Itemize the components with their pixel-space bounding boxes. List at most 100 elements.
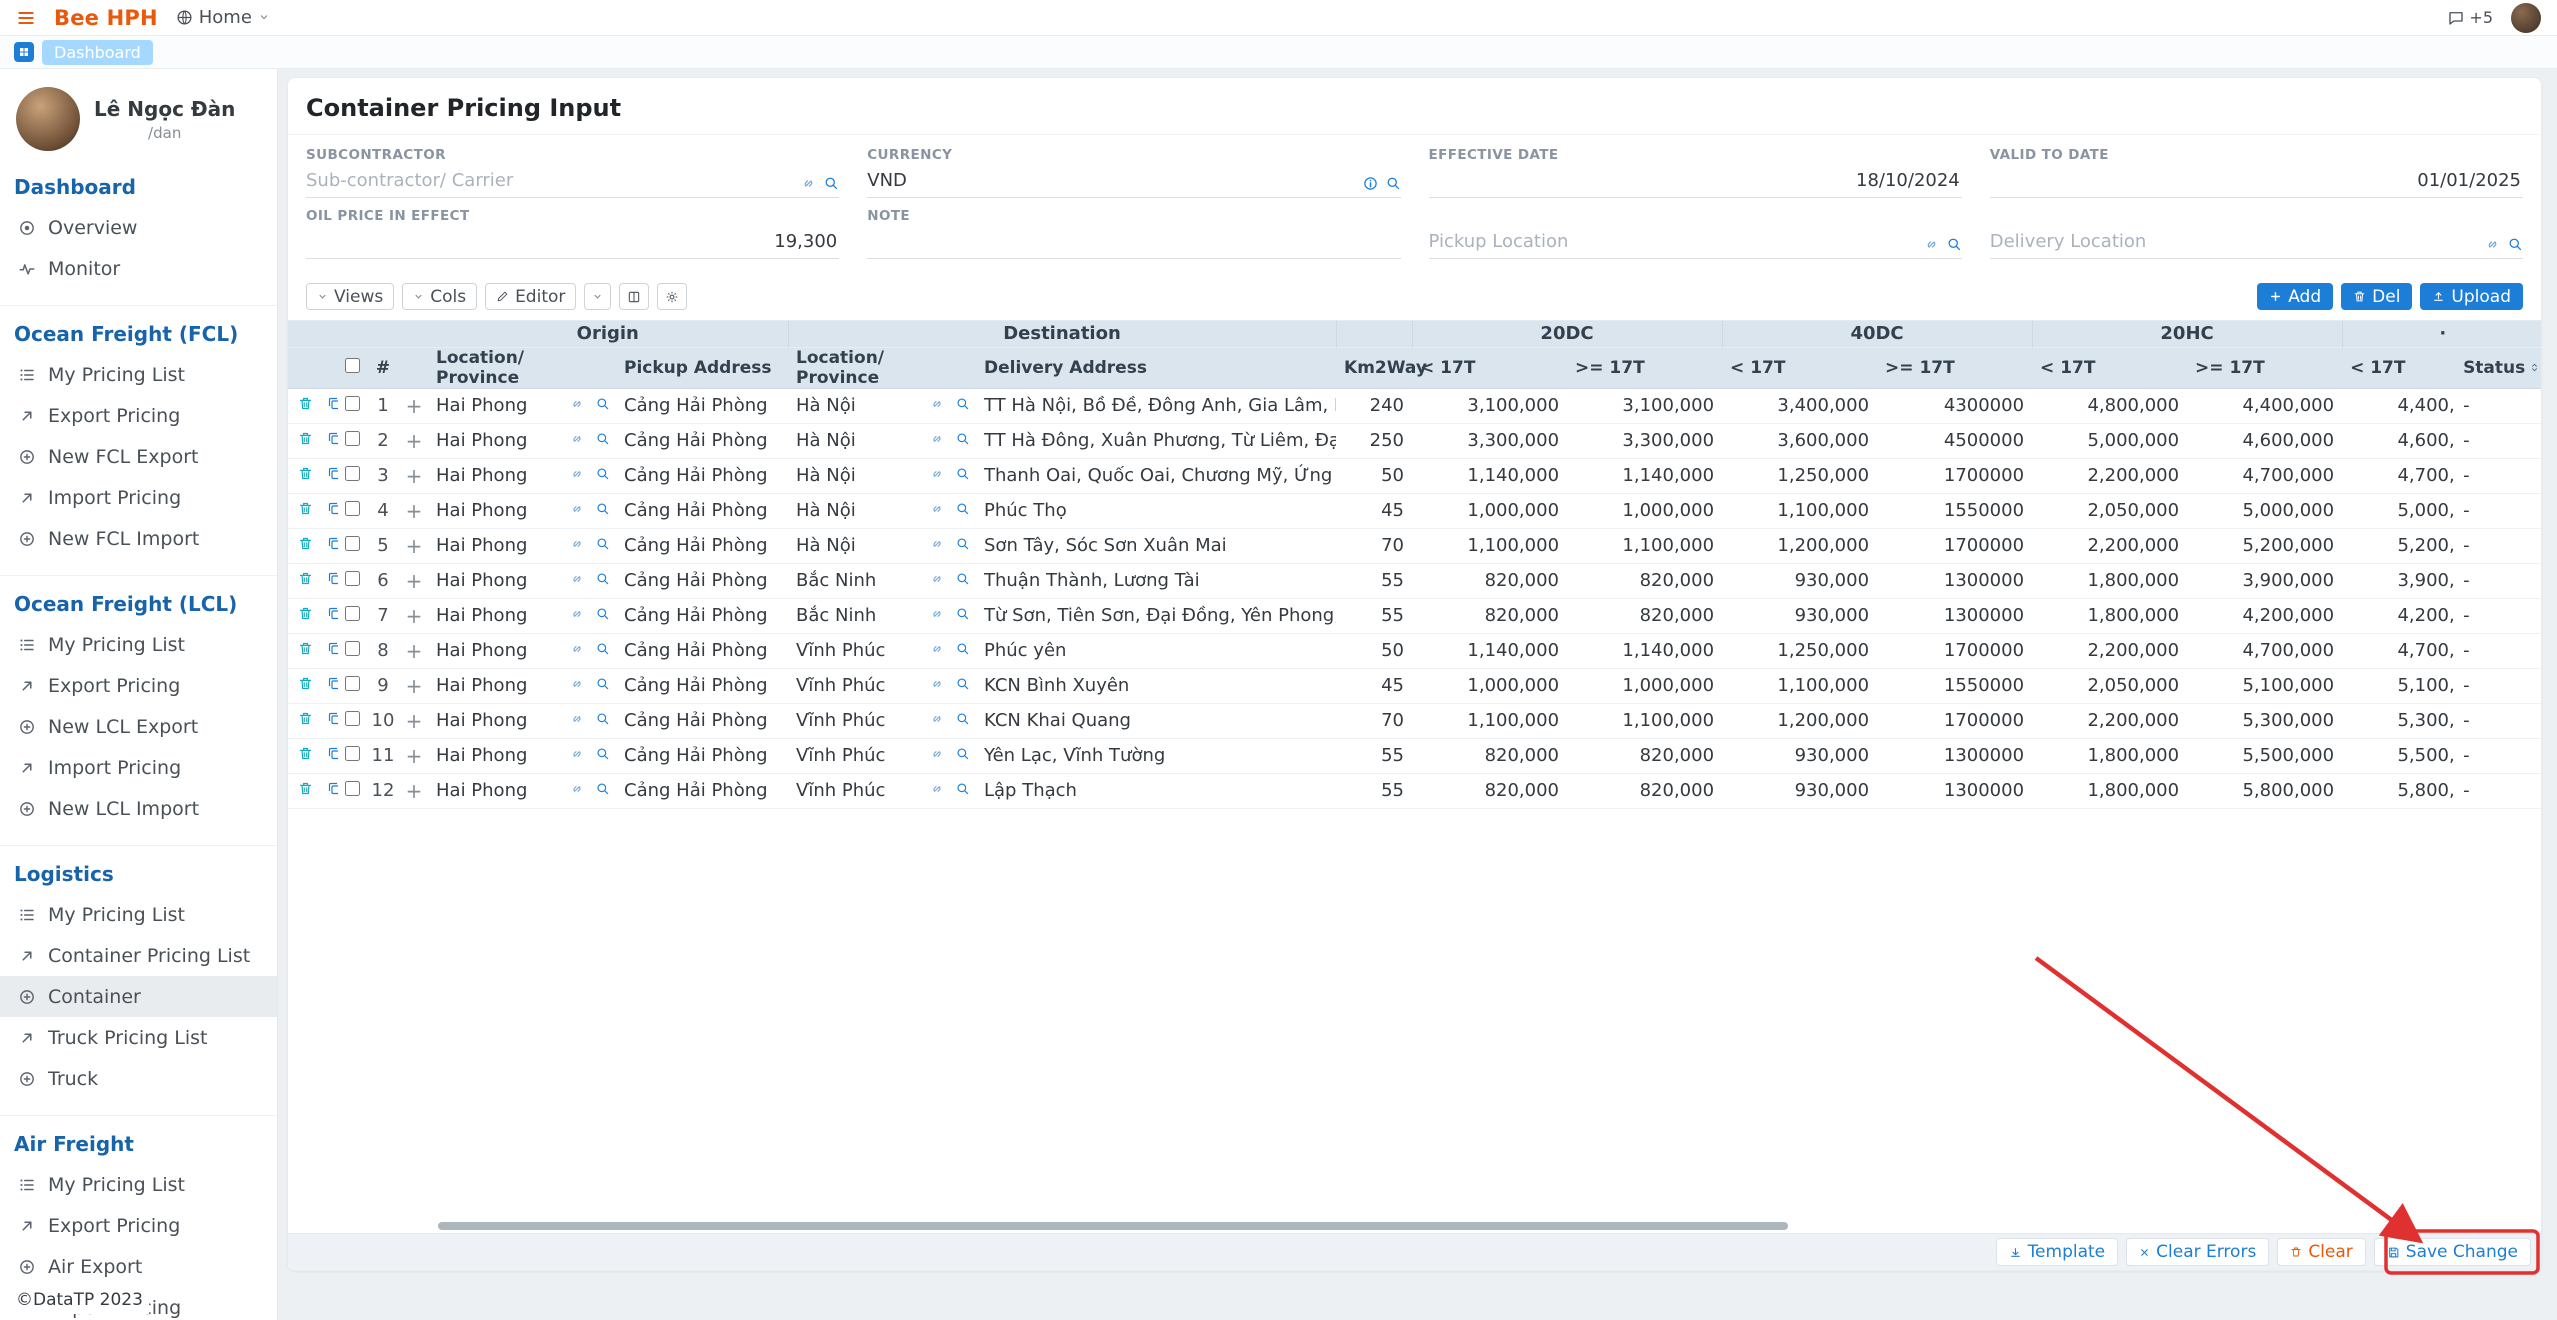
table-row[interactable]: 3 + Hai Phong Cảng Hải Phòng Hà Nội Than…: [288, 458, 2541, 493]
pickup-address-cell[interactable]: Cảng Hải Phòng: [616, 598, 788, 633]
effective-date-input[interactable]: [1429, 167, 1962, 198]
km2way-cell[interactable]: 50: [1336, 633, 1412, 668]
link-icon[interactable]: [930, 712, 944, 726]
user-avatar[interactable]: [2511, 3, 2541, 33]
price-20dc-lt17-cell[interactable]: 820,000: [1412, 738, 1567, 773]
search-icon[interactable]: [596, 747, 610, 761]
sidebar-item-new-fcl-export[interactable]: New FCL Export: [0, 436, 277, 477]
expand-row-button[interactable]: +: [406, 639, 423, 663]
currency-input[interactable]: [867, 167, 1400, 198]
price-20dc-lt17-cell[interactable]: 1,100,000: [1412, 528, 1567, 563]
destination-province-cell[interactable]: Bắc Ninh: [788, 563, 928, 598]
delivery-address-cell[interactable]: Lập Thạch: [976, 773, 1336, 808]
destination-province-cell[interactable]: Vĩnh Phúc: [788, 773, 928, 808]
link-icon[interactable]: [570, 572, 584, 586]
destination-province-cell[interactable]: Vĩnh Phúc: [788, 703, 928, 738]
price-20dc-lt17-cell[interactable]: 820,000: [1412, 773, 1567, 808]
col-header-20hc-lt17[interactable]: < 17T: [2032, 347, 2187, 388]
price-40dc-lt17-cell[interactable]: 1,100,000: [1722, 668, 1877, 703]
price-20dc-gte17-cell[interactable]: 1,000,000: [1567, 493, 1722, 528]
row-checkbox[interactable]: [345, 466, 360, 481]
row-checkbox[interactable]: [345, 711, 360, 726]
destination-province-cell[interactable]: Hà Nội: [788, 528, 928, 563]
search-icon[interactable]: [956, 467, 970, 481]
copy-row-icon[interactable]: [327, 746, 338, 761]
delete-button[interactable]: Del: [2341, 283, 2412, 310]
expand-row-button[interactable]: +: [406, 569, 423, 593]
origin-province-cell[interactable]: Hai Phong: [428, 703, 568, 738]
expand-row-button[interactable]: +: [406, 429, 423, 453]
row-checkbox[interactable]: [345, 676, 360, 691]
search-icon[interactable]: [956, 747, 970, 761]
km2way-cell[interactable]: 240: [1336, 388, 1412, 423]
delete-row-icon[interactable]: [298, 746, 313, 761]
km2way-cell[interactable]: 250: [1336, 423, 1412, 458]
delete-row-icon[interactable]: [298, 676, 313, 691]
link-icon[interactable]: [570, 642, 584, 656]
col-header-40dc-lt17[interactable]: < 17T: [1722, 347, 1877, 388]
chat-button[interactable]: +5: [2447, 8, 2493, 27]
search-icon[interactable]: [956, 537, 970, 551]
delivery-address-cell[interactable]: KCN Khai Quang: [976, 703, 1336, 738]
pickup-address-cell[interactable]: Cảng Hải Phòng: [616, 633, 788, 668]
upload-button[interactable]: Upload: [2420, 283, 2523, 310]
price-cut-lt17-cell[interactable]: 4,200,000: [2342, 605, 2455, 626]
search-icon[interactable]: [596, 782, 610, 796]
link-icon[interactable]: [930, 607, 944, 621]
price-cut-lt17-cell[interactable]: 5,500,000: [2342, 745, 2455, 766]
col-header-dest-province[interactable]: Location/ Province: [788, 347, 928, 388]
col-header-40dc-gte17[interactable]: >= 17T: [1877, 347, 2032, 388]
price-20hc-lt17-cell[interactable]: 2,050,000: [2032, 668, 2187, 703]
price-cut-lt17-cell[interactable]: 4,700,000: [2342, 465, 2455, 486]
delivery-location-input[interactable]: [1990, 228, 2523, 259]
price-40dc-lt17-cell[interactable]: 1,200,000: [1722, 703, 1877, 738]
link-icon[interactable]: [570, 432, 584, 446]
link-icon[interactable]: [930, 397, 944, 411]
menu-icon[interactable]: [16, 8, 36, 28]
price-40dc-gte17-cell[interactable]: 1700000: [1877, 703, 2032, 738]
sidebar-item-truck-pricing-list[interactable]: Truck Pricing List: [0, 1017, 277, 1058]
expand-row-button[interactable]: +: [406, 744, 423, 768]
price-20hc-lt17-cell[interactable]: 2,200,000: [2032, 633, 2187, 668]
row-checkbox[interactable]: [345, 746, 360, 761]
delivery-address-cell[interactable]: Thanh Oai, Quốc Oai, Chương Mỹ, Ứng Hòa,…: [976, 458, 1336, 493]
price-40dc-gte17-cell[interactable]: 1700000: [1877, 528, 2032, 563]
table-row[interactable]: 4 + Hai Phong Cảng Hải Phòng Hà Nội Phúc…: [288, 493, 2541, 528]
price-20hc-gte17-cell[interactable]: 4,400,000: [2187, 388, 2342, 423]
col-header-20dc-lt17[interactable]: < 17T: [1412, 347, 1567, 388]
search-icon[interactable]: [596, 607, 610, 621]
copy-row-icon[interactable]: [327, 536, 338, 551]
delivery-address-cell[interactable]: TT Hà Nội, Bồ Đề, Đông Anh, Gia Lâm, Lon…: [976, 388, 1336, 423]
price-40dc-gte17-cell[interactable]: 1300000: [1877, 738, 2032, 773]
price-40dc-gte17-cell[interactable]: 1550000: [1877, 493, 2032, 528]
expand-row-button[interactable]: +: [406, 499, 423, 523]
price-40dc-lt17-cell[interactable]: 930,000: [1722, 598, 1877, 633]
link-icon[interactable]: [570, 782, 584, 796]
price-20hc-gte17-cell[interactable]: 5,100,000: [2187, 668, 2342, 703]
price-20dc-gte17-cell[interactable]: 820,000: [1567, 563, 1722, 598]
delivery-address-cell[interactable]: Phúc yên: [976, 633, 1336, 668]
destination-province-cell[interactable]: Hà Nội: [788, 493, 928, 528]
cols-button[interactable]: Cols: [402, 283, 477, 310]
price-cut-lt17-cell[interactable]: 4,400,000: [2342, 395, 2455, 416]
delivery-address-cell[interactable]: KCN Bình Xuyên: [976, 668, 1336, 703]
oil-price-input[interactable]: [306, 228, 839, 259]
price-20dc-gte17-cell[interactable]: 820,000: [1567, 598, 1722, 633]
col-header-number[interactable]: #: [366, 347, 400, 388]
link-icon[interactable]: [570, 712, 584, 726]
expand-row-button[interactable]: +: [406, 534, 423, 558]
clear-button[interactable]: Clear: [2277, 1238, 2365, 1266]
destination-province-cell[interactable]: Vĩnh Phúc: [788, 633, 928, 668]
price-cut-lt17-cell[interactable]: 4,700,000: [2342, 640, 2455, 661]
delete-row-icon[interactable]: [298, 536, 313, 551]
copy-row-icon[interactable]: [327, 641, 338, 656]
price-20dc-lt17-cell[interactable]: 1,100,000: [1412, 703, 1567, 738]
col-header-pickup-address[interactable]: Pickup Address: [616, 347, 788, 388]
price-20dc-lt17-cell[interactable]: 820,000: [1412, 598, 1567, 633]
link-icon[interactable]: [930, 677, 944, 691]
app-logo[interactable]: Bee HPH: [54, 6, 158, 30]
price-40dc-gte17-cell[interactable]: 1300000: [1877, 598, 2032, 633]
select-all-checkbox[interactable]: [345, 358, 360, 373]
sidebar-item-container[interactable]: Container: [0, 976, 277, 1017]
price-20dc-gte17-cell[interactable]: 820,000: [1567, 773, 1722, 808]
